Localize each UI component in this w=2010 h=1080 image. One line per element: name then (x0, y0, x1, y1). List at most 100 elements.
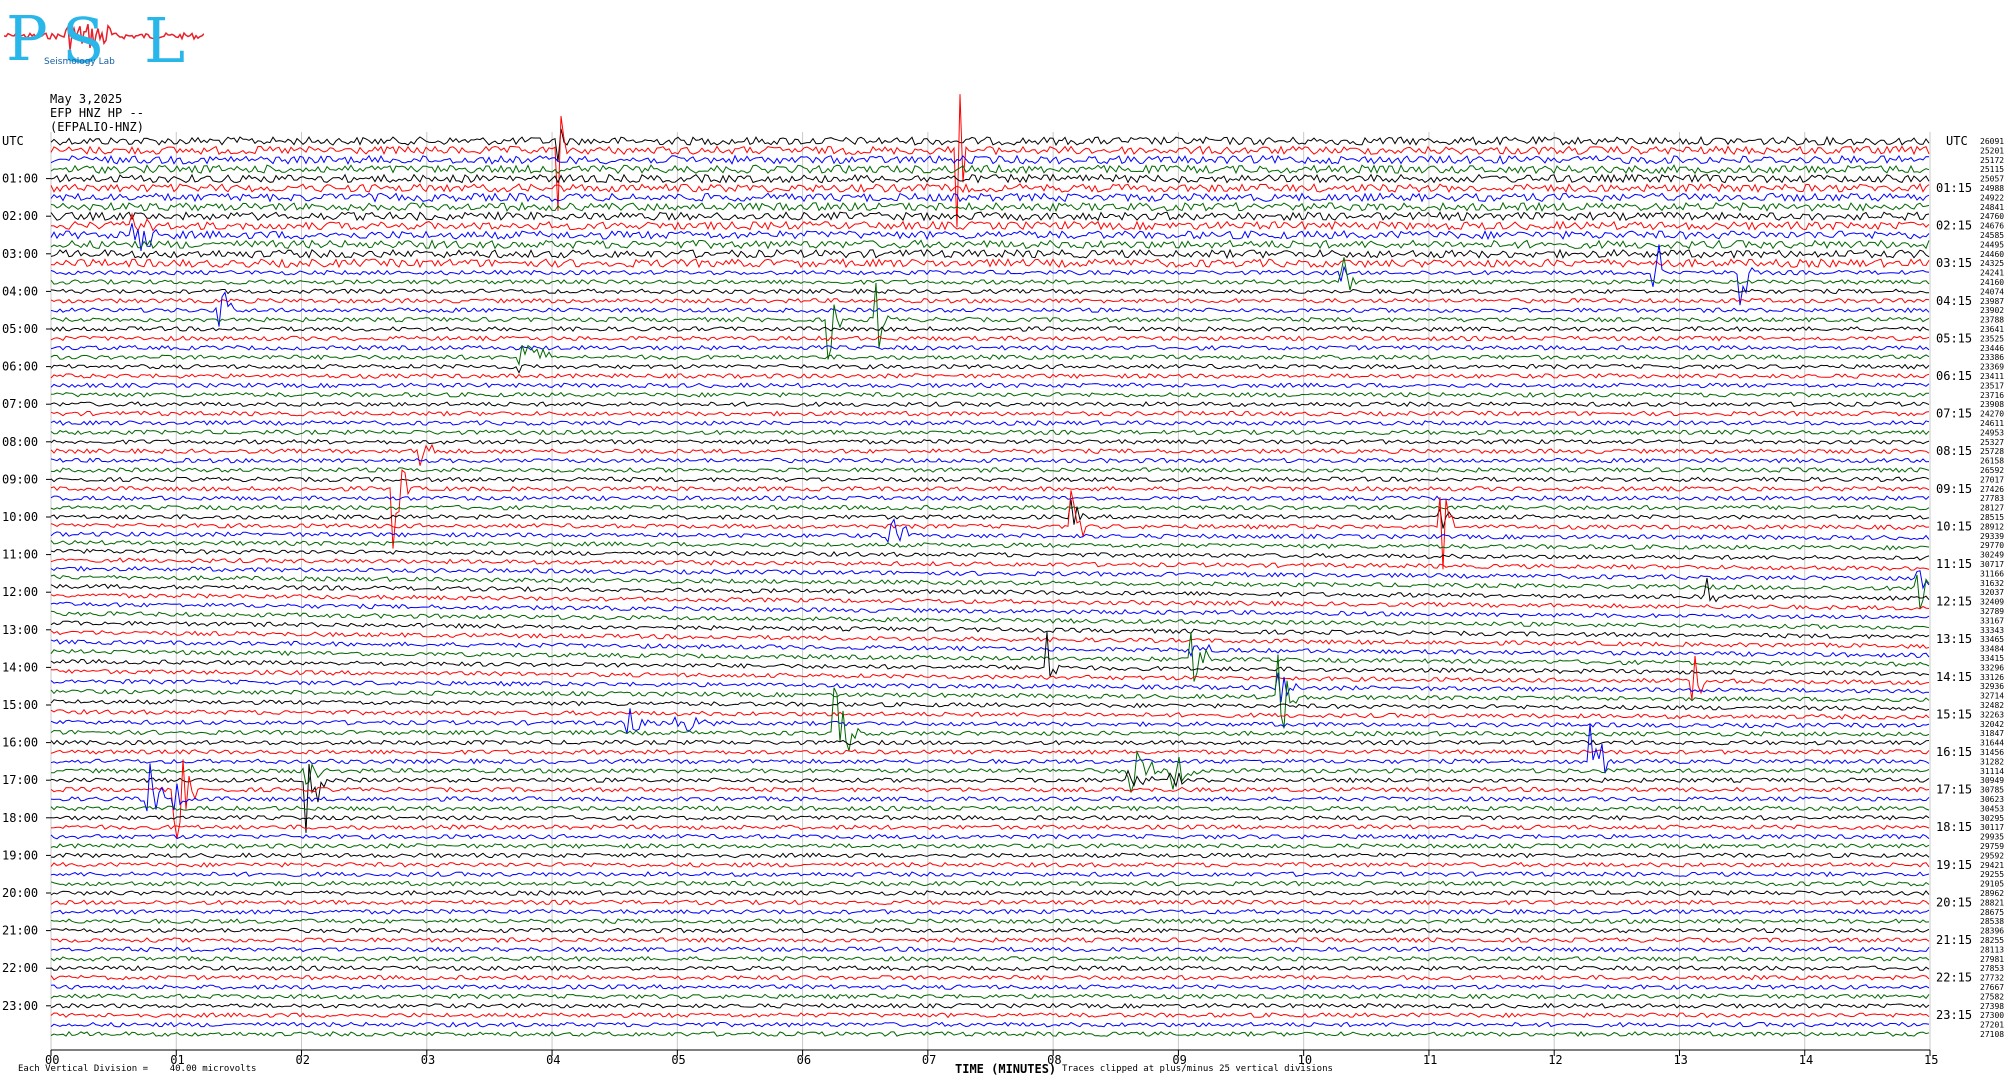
offset-label: 23369 (1980, 363, 2004, 372)
x-tick-label: 15 (1924, 1053, 1938, 1067)
trace-line (50, 335, 1930, 342)
offset-label: 24460 (1980, 250, 2004, 259)
trace-line (50, 518, 1930, 544)
trace-line (50, 128, 1930, 162)
left-utc-label: UTC (2, 134, 24, 148)
offset-label: 24760 (1980, 212, 2004, 221)
trace-line (50, 1021, 1930, 1028)
offset-label: 33343 (1980, 626, 2004, 635)
offset-label: 24495 (1980, 240, 2004, 249)
offset-label: 30453 (1980, 804, 2004, 813)
offset-label: 30949 (1980, 776, 2004, 785)
right-hour-label: 06:15 (1936, 369, 1972, 383)
trace-line (50, 438, 1930, 445)
trace-line (50, 974, 1930, 981)
offset-label: 24841 (1980, 203, 2004, 212)
left-hour-label: 14:00 (2, 660, 38, 674)
right-hour-label: 11:15 (1936, 557, 1972, 571)
left-hour-label: 06:00 (2, 360, 38, 374)
right-hour-label: 03:15 (1936, 256, 1972, 270)
trace-line (50, 391, 1929, 398)
trace-line (50, 373, 1930, 380)
trace-line (50, 429, 1930, 436)
left-hour-label: 03:00 (2, 247, 38, 261)
left-hour-label: 17:00 (2, 773, 38, 787)
x-tick-label: 03 (421, 1053, 435, 1067)
left-hour-label: 15:00 (2, 698, 38, 712)
trace-line (50, 201, 1930, 213)
trace-line (50, 739, 1930, 746)
left-hour-label: 07:00 (2, 397, 38, 411)
axes (50, 1049, 1931, 1056)
right-hour-label: 14:15 (1936, 670, 1972, 684)
left-hour-label: 11:00 (2, 548, 38, 562)
offset-label: 24325 (1980, 259, 2004, 268)
trace-line (50, 805, 1930, 812)
offset-label: 33296 (1980, 663, 2004, 672)
trace-line (50, 248, 1930, 260)
offset-label: 30623 (1980, 795, 2004, 804)
trace-line (50, 363, 1930, 374)
trace-line (50, 291, 1930, 327)
trace-line (50, 852, 1930, 859)
trace-line (50, 258, 1930, 269)
offset-label: 27426 (1980, 485, 2004, 494)
left-hour-label: 22:00 (2, 961, 38, 975)
trace-line (50, 927, 1930, 934)
trace-line (50, 1030, 1930, 1038)
offset-label: 24241 (1980, 269, 2004, 278)
offset-label: 32037 (1980, 588, 2004, 597)
offset-label: 25728 (1980, 447, 2004, 456)
trace-line (50, 539, 1930, 551)
offset-label: 31166 (1980, 569, 2004, 578)
right-hour-label: 23:15 (1936, 1008, 1972, 1022)
trace-line (50, 861, 1930, 868)
trace-line (50, 326, 1930, 333)
trace-line (50, 630, 1930, 649)
offset-label: 28515 (1980, 513, 2004, 522)
x-axis-title: TIME (MINUTES) (955, 1062, 1057, 1076)
left-hour-label: 05:00 (2, 322, 38, 336)
trace-line (50, 476, 1930, 483)
trace-line (50, 955, 1930, 962)
offset-label: 23386 (1980, 353, 2004, 362)
offset-label: 27667 (1980, 983, 2004, 992)
offset-label: 30785 (1980, 786, 2004, 795)
trace-line (50, 344, 1930, 351)
left-hour-label: 01:00 (2, 172, 38, 186)
x-tick-label: 05 (671, 1053, 685, 1067)
left-hour-labels: 01:00 02:00 03:00 04:00 05:00 06:00 07:00 08:00… (2, 172, 51, 1013)
x-tick-label: 06 (797, 1053, 811, 1067)
offset-label: 25115 (1980, 165, 2004, 174)
left-hour-label: 04:00 (2, 284, 38, 298)
offset-label: 31632 (1980, 579, 2004, 588)
trace-line (50, 708, 1930, 734)
offset-label: 27582 (1980, 992, 2004, 1001)
trace-line (50, 993, 1930, 1000)
x-tick-label: 04 (546, 1053, 560, 1067)
right-hour-label: 13:15 (1936, 632, 1972, 646)
trace-line (50, 814, 1930, 821)
right-hour-label: 01:15 (1936, 181, 1972, 195)
trace-line (50, 899, 1930, 906)
offset-label: 26091 (1980, 137, 2004, 146)
offset-label: 28962 (1980, 889, 2004, 898)
trace-line (50, 410, 1930, 417)
offset-label: 28255 (1980, 936, 2004, 945)
offset-label: 33415 (1980, 654, 2004, 663)
offset-label: 24074 (1980, 287, 2004, 296)
right-hour-label: 17:15 (1936, 783, 1972, 797)
offset-label: 23641 (1980, 325, 2004, 334)
x-tick-label: 13 (1673, 1053, 1687, 1067)
trace-line (50, 601, 1930, 620)
trace-line (50, 164, 1930, 175)
offset-label: 27981 (1980, 955, 2004, 964)
trace-line (50, 946, 1930, 953)
trace-line (50, 593, 1930, 611)
left-hour-label: 02:00 (2, 209, 38, 223)
offset-label: 31456 (1980, 748, 2004, 757)
trace-line (50, 565, 1930, 590)
left-hour-label: 16:00 (2, 736, 38, 750)
offset-label: 23902 (1980, 306, 2004, 315)
minute-grid (50, 132, 1931, 1050)
